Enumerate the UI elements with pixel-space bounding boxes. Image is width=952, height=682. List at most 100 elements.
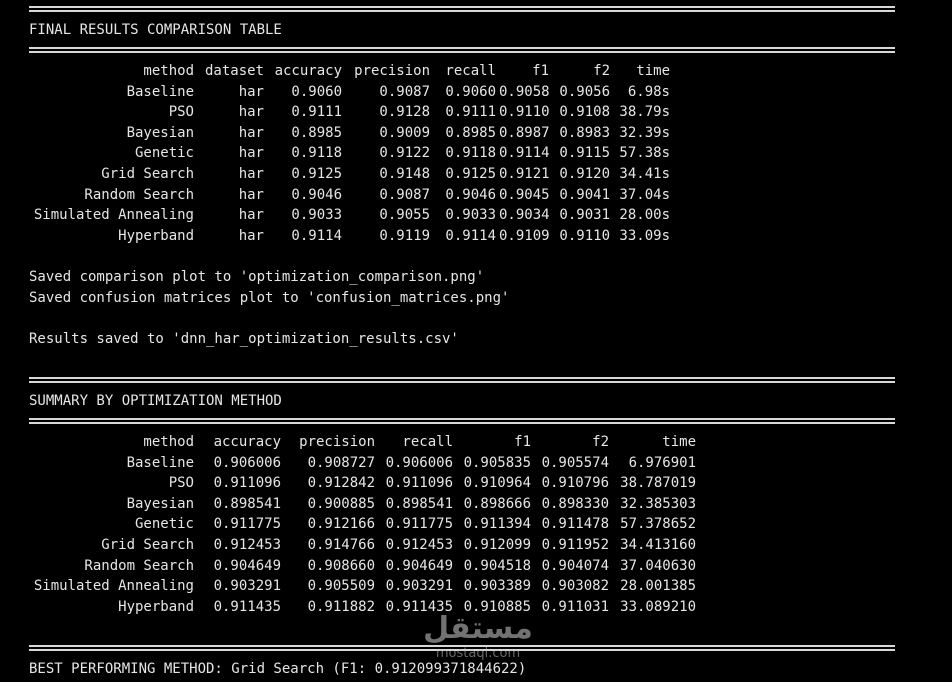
value-cell: 0.904518 — [463, 557, 531, 574]
value-cell: 32.39s — [619, 124, 670, 141]
value-cell: 0.911096 — [385, 475, 453, 492]
value-cell: 34.413160 — [620, 537, 696, 553]
value-cell: 0.911435 — [385, 598, 453, 615]
value-cell: 0.903291 — [213, 578, 281, 595]
table-row: Bayesian 0.898541 0.900885 0.898541 0.898666… — [29, 494, 709, 514]
method-cell: Hyperband — [118, 227, 194, 244]
value-cell: 33.09s — [619, 227, 670, 244]
value-cell: 0.900885 — [307, 495, 375, 512]
value-cell: 28.00s — [619, 207, 670, 224]
method-cell: Bayesian — [126, 124, 194, 141]
value-cell: 0.9114 — [445, 227, 496, 244]
value-cell: 0.9087 — [379, 186, 430, 203]
table-row: Grid Search har 0.9125 0.9148 0.9125 0.9121 0.… — [29, 164, 679, 184]
value-cell: 0.9034 — [499, 207, 550, 224]
value-cell: har — [238, 207, 264, 224]
value-cell: 0.903082 — [541, 578, 609, 595]
summary-header-row: method accuracy precision recall f1 f2 t… — [29, 432, 709, 452]
value-cell: 0.904649 — [385, 557, 453, 574]
value-cell: 0.9122 — [379, 145, 430, 162]
value-cell: 0.904649 — [213, 557, 281, 574]
method-cell: Grid Search — [101, 537, 194, 553]
value-cell: 0.906006 — [385, 454, 453, 471]
value-cell: 0.912166 — [307, 516, 375, 533]
column-header: precision — [354, 63, 430, 79]
value-cell: har — [238, 145, 264, 162]
value-cell: 0.9114 — [499, 145, 550, 162]
value-cell: 0.9125 — [291, 166, 342, 182]
value-cell: 0.903291 — [385, 578, 453, 595]
value-cell: 0.898541 — [213, 495, 281, 512]
separator-line — [29, 47, 895, 53]
value-cell: 0.914766 — [307, 537, 375, 553]
column-header: time — [662, 434, 696, 450]
value-cell: 0.9110 — [559, 227, 610, 244]
column-header: f2 — [593, 63, 610, 79]
value-cell: 38.787019 — [620, 475, 696, 492]
table-row: Baseline 0.906006 0.908727 0.906006 0.905835… — [29, 453, 709, 473]
value-cell: 0.9056 — [559, 83, 610, 100]
method-cell: Baseline — [126, 83, 194, 100]
column-header: accuracy — [213, 434, 281, 450]
value-cell: 0.903389 — [463, 578, 531, 595]
value-cell: 57.378652 — [620, 516, 696, 533]
value-cell: 37.040630 — [620, 557, 696, 574]
value-cell: 0.911096 — [213, 475, 281, 492]
column-header: recall — [445, 63, 496, 79]
value-cell: 0.911882 — [307, 598, 375, 615]
column-header: recall — [402, 434, 453, 450]
value-cell: 0.9114 — [291, 227, 342, 244]
method-cell: Random Search — [84, 186, 194, 203]
value-cell: 0.905574 — [541, 454, 609, 471]
value-cell: 0.898330 — [541, 495, 609, 512]
method-cell: Simulated Annealing — [33, 207, 194, 224]
value-cell: 0.9121 — [499, 166, 550, 182]
summary-table: method accuracy precision recall f1 f2 t… — [29, 432, 709, 615]
separator-line — [29, 645, 895, 651]
separator-line — [29, 6, 895, 12]
value-cell: 0.9033 — [291, 207, 342, 224]
results-table: method dataset accuracy precision recall… — [29, 61, 679, 244]
value-cell: har — [238, 104, 264, 121]
value-cell: 0.9118 — [291, 145, 342, 162]
final-results-title: FINAL RESULTS COMPARISON TABLE — [29, 22, 282, 38]
column-header: dataset — [204, 63, 264, 79]
column-header: f1 — [532, 63, 549, 79]
value-cell: har — [238, 83, 264, 100]
value-cell: 0.910885 — [463, 598, 531, 615]
results-saved-message: Results saved to 'dnn_har_optimization_r… — [29, 331, 459, 347]
value-cell: 0.9045 — [499, 186, 550, 203]
table-row: Genetic 0.911775 0.912166 0.911775 0.911394 0… — [29, 514, 709, 534]
summary-title: SUMMARY BY OPTIMIZATION METHOD — [29, 393, 282, 409]
value-cell: 0.9046 — [445, 186, 496, 203]
value-cell: 0.908727 — [307, 454, 375, 471]
value-cell: 37.04s — [619, 186, 670, 203]
table-row: Hyperband har 0.9114 0.9119 0.9114 0.9109 0.91… — [29, 226, 679, 246]
value-cell: 0.911952 — [541, 537, 609, 553]
value-cell: 0.8983 — [559, 124, 610, 141]
method-cell: Bayesian — [126, 495, 194, 512]
value-cell: 0.9031 — [559, 207, 610, 224]
saved-comparison-message: Saved comparison plot to 'optimization_c… — [29, 269, 485, 285]
value-cell: 0.9125 — [445, 166, 496, 182]
value-cell: 0.912453 — [385, 537, 453, 553]
value-cell: har — [238, 124, 264, 141]
value-cell: 0.9115 — [559, 145, 610, 162]
column-header: precision — [299, 434, 375, 450]
saved-confusion-message: Saved confusion matrices plot to 'confus… — [29, 290, 510, 306]
value-cell: 0.9118 — [445, 145, 496, 162]
value-cell: 0.911031 — [541, 598, 609, 615]
value-cell: 0.912453 — [213, 537, 281, 553]
value-cell: 33.089210 — [620, 598, 696, 615]
value-cell: 0.911775 — [385, 516, 453, 533]
table-row: Genetic har 0.9118 0.9122 0.9118 0.9114 0.9115… — [29, 143, 679, 163]
value-cell: 0.910796 — [541, 475, 609, 492]
value-cell: 0.9119 — [379, 227, 430, 244]
table-row: PSO har 0.9111 0.9128 0.9111 0.9110 0.9108 38.7… — [29, 102, 679, 122]
separator-line — [29, 377, 895, 383]
column-header: f2 — [592, 434, 609, 450]
best-method-line: BEST PERFORMING METHOD: Grid Search (F1:… — [29, 661, 527, 677]
console-output: FINAL RESULTS COMPARISON TABLE method da… — [0, 0, 952, 682]
value-cell: 0.898666 — [463, 495, 531, 512]
method-cell: Genetic — [134, 516, 194, 533]
